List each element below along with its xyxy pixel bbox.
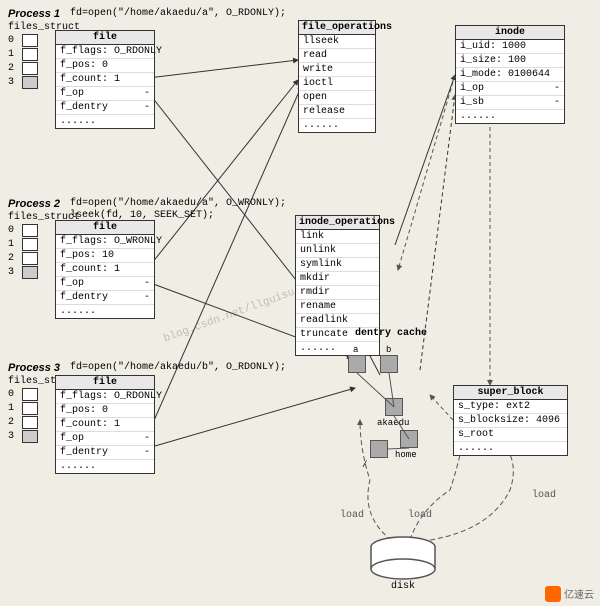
logo-text: 亿速云 [564,586,594,602]
dentry-a-node [348,355,366,373]
dentry-home-node [400,430,418,448]
process3-fsstruct-grid: 0 1 2 3 [8,388,38,444]
dentry-a-label: a [353,345,358,355]
dentry-cache-label: dentry cache [355,328,427,339]
load-label-1: load [340,510,364,521]
load-label-3: load [532,490,556,501]
file-operations-box: file_operations llseek read write ioctl … [298,20,376,133]
dentry-akaedu-label: akaedu [377,418,409,428]
super-block-box: super_block s_type: ext2 s_blocksize: 40… [453,385,568,456]
process1-label: Process 1 [8,8,60,20]
dentry-root-label: / [362,460,367,470]
process1-file-box: file f_flags: O_RDONLY f_pos: 0 f_count:… [55,30,155,129]
diagram: Process 1 fd=open("/home/akaedu/a", O_RD… [0,0,600,606]
process2-label: Process 2 [8,198,60,210]
process1-fsstruct-grid: 0 1 2 3 [8,34,38,90]
dentry-akaedu-node [385,398,403,416]
dentry-b-label: b [386,345,391,355]
disk-shape: disk [368,535,438,592]
process2-file-box: file f_flags: O_WRONLY f_pos: 10 f_count… [55,220,155,319]
process2-code1: fd=open("/home/akaedu/a", O_WRONLY); [70,198,286,209]
inode-box: inode i_uid: 1000 i_size: 100 i_mode: 01… [455,25,565,124]
disk-svg [368,535,438,585]
dentry-home-label: home [395,450,417,460]
process3-label: Process 3 [8,362,60,374]
load-label-2: load [408,510,432,521]
dentry-root-node [370,440,388,458]
process3-code: fd=open("/home/akaedu/b", O_RDONLY); [70,362,286,373]
watermark: blog.csdn.net/llguisu [162,287,296,346]
logo-area: 亿速云 [545,586,594,602]
dentry-b-node [380,355,398,373]
process2-fsstruct-grid: 0 1 2 3 [8,224,38,280]
process1-code: fd=open("/home/akaedu/a", O_RDONLY); [70,8,286,19]
logo-icon [545,586,561,602]
process3-file-box: file f_flags: O_RDONLY f_pos: 0 f_count:… [55,375,155,474]
